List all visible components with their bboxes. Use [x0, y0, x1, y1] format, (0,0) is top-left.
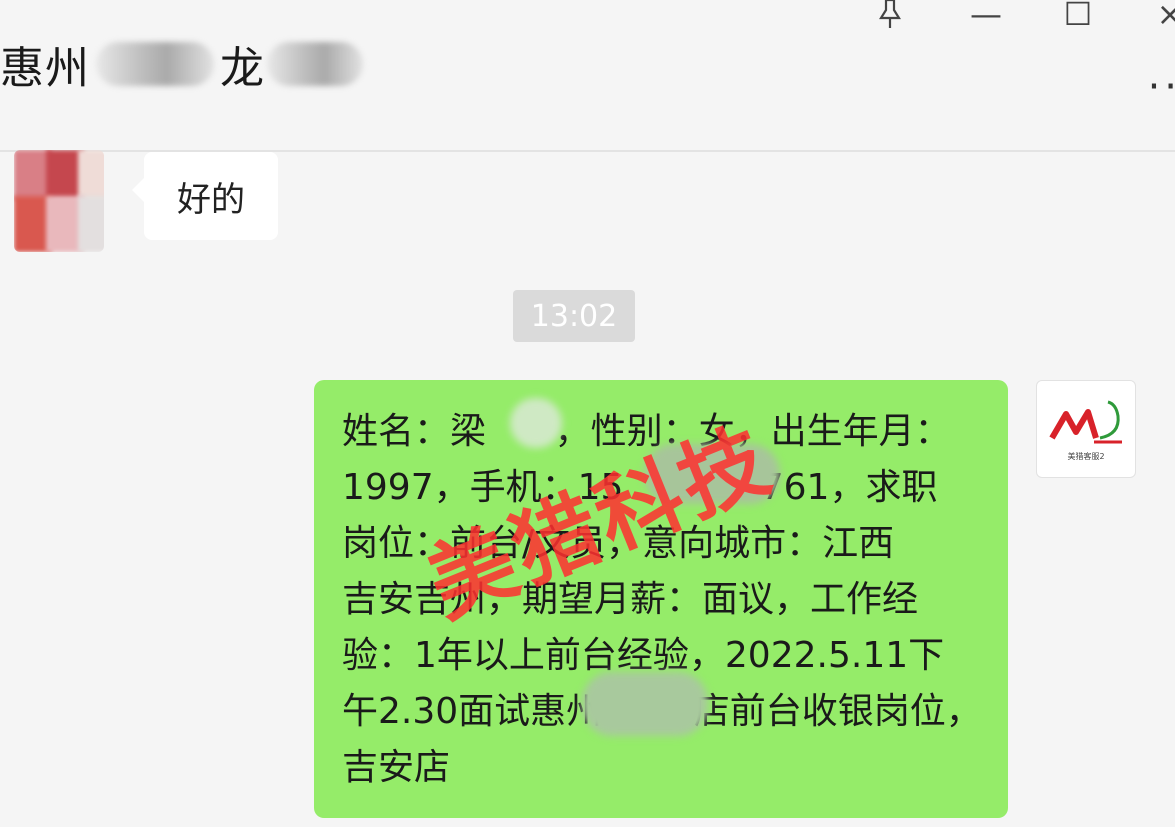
brand-logo-icon: [1049, 400, 1122, 443]
more-icon: ··: [1147, 64, 1175, 110]
pin-icon: [879, 0, 901, 28]
chat-title: 惠州 龙: [0, 28, 363, 100]
incoming-message-bubble[interactable]: 好的: [132, 152, 278, 240]
close-icon: ×: [1156, 0, 1175, 33]
redacted-text-block: [582, 672, 708, 736]
redacted-text-block: [510, 398, 562, 448]
maximize-button[interactable]: ☐: [1054, 0, 1102, 34]
my-avatar[interactable]: 美猎客服2: [1036, 380, 1136, 478]
chat-header: 惠州 龙 — ☐ × ··: [0, 0, 1175, 152]
maximize-icon: ☐: [1063, 0, 1093, 33]
close-button[interactable]: ×: [1146, 0, 1175, 34]
chat-title-prefix: 惠州: [0, 43, 90, 94]
incoming-message-text: 好的: [177, 179, 245, 220]
minimize-icon: —: [970, 0, 1002, 33]
contact-avatar[interactable]: [14, 150, 104, 252]
message-timestamp: 13:02: [513, 290, 635, 342]
brand-logo-label: 美猎客服2: [1067, 451, 1105, 461]
more-options-button[interactable]: ··: [1148, 64, 1175, 110]
minimize-button[interactable]: —: [962, 0, 1010, 34]
redacted-name-block: [267, 42, 363, 86]
chat-title-middle: 龙: [220, 43, 265, 94]
pin-button[interactable]: [866, 0, 914, 34]
redacted-name-block: [96, 42, 214, 86]
avatar-pixel: [78, 196, 104, 252]
avatar-pixel: [78, 150, 104, 200]
timestamp-text: 13:02: [530, 298, 618, 334]
